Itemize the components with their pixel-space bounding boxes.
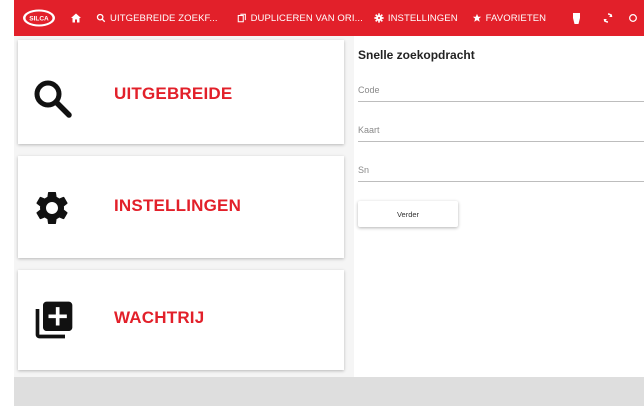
nav-advanced-search[interactable]: UITGEBREIDE ZOEKF... <box>96 13 218 24</box>
continue-button[interactable]: Verder <box>358 201 458 227</box>
nav-duplicate-original-label: DUPLICEREN VAN ORI... <box>250 12 363 24</box>
card-input[interactable] <box>358 125 644 142</box>
copy-icon <box>237 13 246 23</box>
nav-favorites[interactable]: FAVORIETEN <box>472 13 546 24</box>
nav-settings[interactable]: INSTELLINGEN <box>374 13 458 24</box>
card-field <box>358 120 644 142</box>
sync-icon <box>603 13 613 23</box>
key-icon <box>573 12 581 24</box>
gear-icon <box>36 191 68 224</box>
logo-text: SILCA <box>29 16 49 23</box>
card-settings-label: INSTELLINGEN <box>114 196 242 215</box>
card-queue-label: WACHTRIJ <box>114 308 205 327</box>
circle-icon <box>629 14 638 22</box>
search-icon <box>34 80 72 118</box>
star-icon <box>472 13 481 22</box>
gear-icon <box>374 13 384 23</box>
sn-input[interactable] <box>358 165 644 182</box>
more-button[interactable] <box>628 13 638 23</box>
card-settings[interactable]: INSTELLINGEN <box>18 156 344 258</box>
nav-duplicate-original[interactable]: DUPLICEREN VAN ORI... <box>237 13 363 24</box>
sn-field <box>358 160 644 182</box>
silca-logo[interactable]: SILCA <box>22 8 56 28</box>
quick-search-title: Snelle zoekopdracht <box>358 48 475 62</box>
nav-settings-label: INSTELLINGEN <box>387 12 458 24</box>
code-input[interactable] <box>358 85 644 102</box>
card-queue[interactable]: WACHTRIJ <box>18 270 344 370</box>
key-blank-button[interactable] <box>572 12 581 25</box>
main-content: UITGEBREIDE INSTELLINGEN WACHTRIJ Snelle… <box>14 36 644 377</box>
top-navigation-bar: SILCA UITGEBREIDE ZOEKF... DUPLICEREN VA… <box>14 0 644 36</box>
footer-bar <box>14 377 644 406</box>
sync-button[interactable] <box>602 12 614 24</box>
nav-favorites-label: FAVORIETEN <box>485 12 547 24</box>
quick-search-panel: Snelle zoekopdracht Verder <box>358 36 644 377</box>
home-button[interactable] <box>70 12 82 24</box>
search-icon <box>96 13 106 23</box>
card-advanced-search[interactable]: UITGEBREIDE <box>18 40 344 144</box>
home-icon <box>71 13 81 23</box>
queue-add-icon <box>35 301 73 339</box>
nav-advanced-search-label: UITGEBREIDE ZOEKF... <box>110 12 218 24</box>
menu-cards-column: UITGEBREIDE INSTELLINGEN WACHTRIJ <box>14 36 354 377</box>
card-advanced-search-label: UITGEBREIDE <box>114 84 233 103</box>
code-field <box>358 80 644 102</box>
left-edge <box>0 0 14 406</box>
